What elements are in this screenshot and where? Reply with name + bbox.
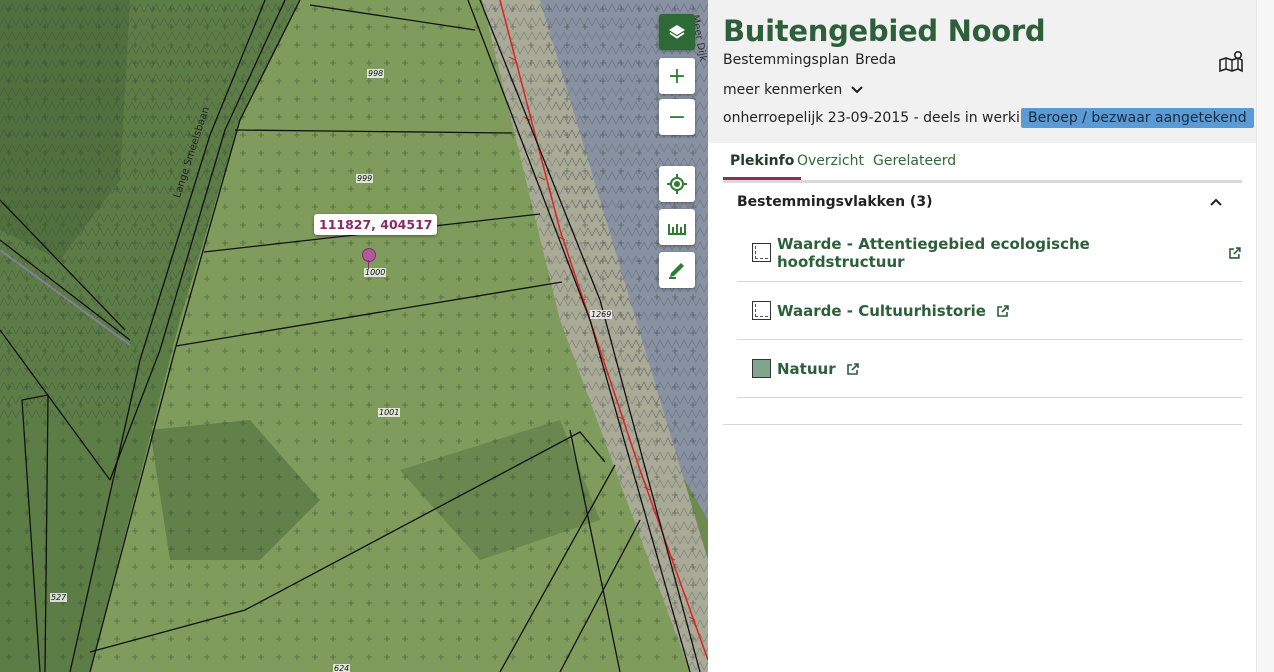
external-link-icon[interactable]: [1228, 246, 1242, 260]
page-title: Buitengebied Noord: [723, 14, 1046, 48]
tab-overzicht[interactable]: Overzicht: [790, 153, 871, 177]
parcel-number: 1269: [590, 310, 613, 319]
section-title: Bestemmingsvlakken (3): [737, 194, 933, 210]
plan-subtitle: Bestemmingsplan Breda: [723, 52, 902, 68]
municipality: Breda: [855, 52, 897, 68]
ruler-icon: [668, 224, 686, 235]
divider: [723, 424, 1242, 425]
parcel-number: 527: [50, 593, 68, 602]
draw-button[interactable]: [659, 252, 695, 288]
parcel-number: 999: [356, 174, 374, 183]
legend-swatch-icon: [752, 301, 771, 320]
item-label[interactable]: Waarde - Attentiegebied ecologische hoof…: [777, 235, 1218, 271]
scrollbar[interactable]: [1256, 0, 1274, 672]
legend-swatch-icon: [752, 243, 771, 262]
tab-gerelateerd[interactable]: Gerelateerd: [866, 153, 963, 177]
pencil-icon: [669, 263, 684, 279]
legend-swatch-icon: [752, 359, 771, 378]
bestemmingsvlakken-section: Bestemmingsvlakken (3) Waarde - Attentie…: [737, 180, 1242, 398]
status-badge: Beroep / bezwaar aangetekend: [1021, 108, 1254, 128]
list-item[interactable]: Natuur: [737, 340, 1242, 398]
plan-status: onherroepelijk 23-09-2015 - deels in wer…: [723, 110, 1038, 126]
list-item[interactable]: Waarde - Attentiegebied ecologische hoof…: [737, 224, 1242, 282]
tab-bar: Plekinfo Overzicht Gerelateerd: [723, 150, 1242, 183]
parcel-number: 1000: [364, 268, 387, 277]
list-item[interactable]: Waarde - Cultuurhistorie: [737, 282, 1242, 340]
plan-header: Buitengebied Noord Bestemmingsplan Breda …: [708, 0, 1256, 143]
more-label: meer kenmerken: [723, 82, 843, 98]
chevron-up-icon[interactable]: [1208, 196, 1224, 208]
plan-type: Bestemmingsplan: [723, 52, 850, 68]
section-header[interactable]: Bestemmingsvlakken (3): [737, 180, 1242, 224]
chevron-down-icon: [851, 86, 863, 94]
map-canvas[interactable]: [0, 0, 708, 672]
layers-button[interactable]: [659, 14, 695, 50]
external-link-icon[interactable]: [996, 304, 1010, 318]
parcel-number: 998: [367, 69, 385, 78]
item-label[interactable]: Natuur: [777, 360, 836, 378]
map-pin-icon[interactable]: [1218, 50, 1244, 74]
location-pin-icon: [362, 248, 376, 269]
locate-icon: [667, 174, 687, 194]
measure-button[interactable]: [659, 209, 695, 245]
zoom-out-button[interactable]: −: [659, 99, 695, 135]
external-link-icon[interactable]: [846, 362, 860, 376]
zoom-in-button[interactable]: +: [659, 58, 695, 94]
item-label[interactable]: Waarde - Cultuurhistorie: [777, 302, 986, 320]
locate-button[interactable]: [659, 166, 695, 202]
more-characteristics-toggle[interactable]: meer kenmerken: [723, 82, 864, 98]
parcel-number: 624: [333, 664, 351, 672]
coordinate-popup: 111827, 404517: [314, 214, 438, 235]
parcel-number: 1001: [378, 408, 401, 417]
layers-icon: [669, 25, 685, 39]
map-view[interactable]: Lange Smeelsbaan Meer Dijk 998 999 1000 …: [0, 0, 708, 672]
info-panel: Buitengebied Noord Bestemmingsplan Breda …: [708, 0, 1256, 672]
